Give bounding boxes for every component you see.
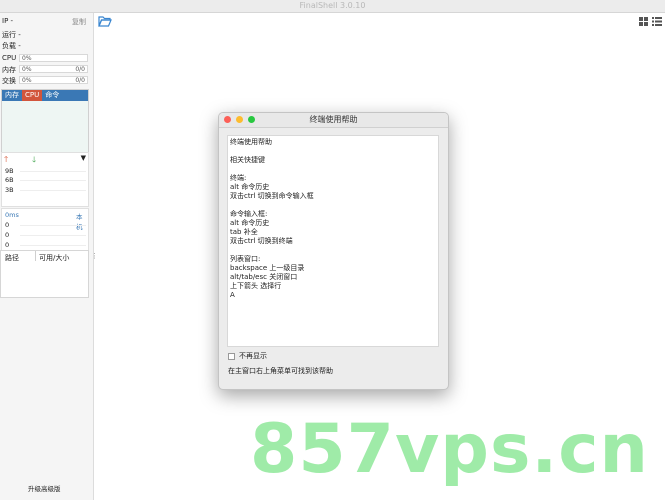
- memory-meter: 0% 0/0: [19, 65, 88, 73]
- help-text-area[interactable]: 终端使用帮助 相关快捷键 终端: alt 命令历史 双击ctrl 切换到命令输入框 命令输…: [227, 135, 439, 347]
- ping-tick-label: 0: [5, 231, 10, 239]
- download-arrow-icon: 🡓: [32, 155, 37, 164]
- help-text-line: [230, 147, 436, 156]
- process-panel: 内存 CPU 命令: [1, 89, 89, 156]
- cpu-meter-label: CPU: [2, 54, 17, 62]
- net-grid-line: [20, 180, 86, 181]
- uptime-label: 运行 -: [2, 31, 21, 39]
- copy-button[interactable]: 复制: [72, 17, 86, 27]
- column-available-header[interactable]: 可用/大小: [39, 253, 69, 263]
- help-text-line: [230, 201, 436, 210]
- memory-meter-percent: 0%: [22, 66, 32, 73]
- tab-memory[interactable]: 内存: [2, 90, 22, 101]
- column-path-header[interactable]: 路径: [5, 253, 19, 263]
- net-tick-label: 9B: [5, 167, 14, 175]
- tab-cpu[interactable]: CPU: [22, 90, 43, 101]
- find-help-hint: 在主窗口右上角菜单可找到该帮助: [228, 367, 333, 375]
- ping-grid-line: [20, 225, 86, 226]
- cpu-meter: 0%: [19, 54, 88, 62]
- ping-latency: 0ms: [5, 211, 19, 219]
- load-label: 负载 -: [2, 42, 21, 50]
- ping-panel: 0ms 本机 0 0 0: [1, 208, 89, 251]
- close-window-button[interactable]: [224, 116, 231, 123]
- ping-tick-label: 0: [5, 241, 10, 249]
- ping-grid-line: [20, 245, 86, 246]
- folder-open-icon[interactable]: [98, 16, 112, 29]
- help-text-line: 命令输入框:: [230, 210, 268, 218]
- help-text-line: alt 命令历史: [230, 183, 270, 191]
- help-text-line: 双击ctrl 切换到终端: [230, 237, 293, 245]
- process-tabs: 内存 CPU 命令: [2, 90, 88, 101]
- column-divider: [35, 251, 36, 261]
- checkbox-box[interactable]: [228, 352, 235, 360]
- swap-meter-label: 交换: [2, 77, 16, 85]
- help-text-line: alt 命令历史: [230, 219, 270, 227]
- memory-meter-value: 0/0: [75, 66, 85, 73]
- ping-host-selector[interactable]: 本机: [76, 211, 88, 231]
- net-grid-line: [20, 171, 86, 172]
- minimize-window-button[interactable]: [236, 116, 243, 123]
- help-text-line: 上下箭头 选择行: [230, 282, 282, 290]
- help-text-line: 终端使用帮助: [230, 138, 272, 146]
- help-text-line: [230, 246, 436, 255]
- window-title: FinalShell 3.0.10: [299, 1, 366, 10]
- help-text-line: 相关快捷键: [230, 156, 265, 164]
- network-interface-dropdown-icon[interactable]: ▼: [81, 154, 86, 162]
- help-text-line: A: [230, 291, 235, 299]
- watermark-text: 857vps.cn: [250, 410, 649, 489]
- cpu-meter-percent: 0%: [22, 55, 32, 62]
- help-text-line: backspace 上一级目录: [230, 264, 305, 272]
- dialog-titlebar: 终端使用帮助: [219, 113, 448, 128]
- help-text-line: [230, 165, 436, 174]
- net-tick-label: 3B: [5, 186, 14, 194]
- list-view-icon[interactable]: [652, 17, 662, 28]
- tab-command[interactable]: 命令: [42, 90, 62, 101]
- swap-meter-value: 0/0: [75, 77, 85, 84]
- dont-show-again-checkbox[interactable]: 不再显示: [228, 351, 267, 361]
- sidebar: IP - 复制 运行 - 负载 - CPU 0% 内存 0% 0/0 交换 0%…: [0, 13, 98, 500]
- ping-grid-line: [20, 235, 86, 236]
- net-tick-label: 6B: [5, 176, 14, 184]
- help-dialog: 终端使用帮助 终端使用帮助 相关快捷键 终端: alt 命令历史 双击ctrl 切换到命…: [218, 112, 449, 390]
- help-text-line: tab 补全: [230, 228, 258, 236]
- help-text-line: 列表窗口:: [230, 255, 261, 263]
- grid-view-icon[interactable]: [639, 17, 649, 28]
- dont-show-again-label: 不再显示: [239, 352, 267, 360]
- swap-meter: 0% 0/0: [19, 76, 88, 84]
- swap-meter-percent: 0%: [22, 77, 32, 84]
- window-titlebar: FinalShell 3.0.10: [0, 0, 665, 13]
- help-text-line: 双击ctrl 切换到命令输入框: [230, 192, 314, 200]
- help-text-line: 终端:: [230, 174, 247, 182]
- upgrade-button[interactable]: 升级高级版: [28, 483, 61, 493]
- column-menu-icon[interactable]: ⋮: [91, 252, 98, 260]
- net-grid-line: [20, 190, 86, 191]
- upload-arrow-icon: 🡑: [4, 155, 9, 164]
- ping-tick-label: 0: [5, 221, 10, 229]
- dialog-title: 终端使用帮助: [309, 115, 358, 124]
- ip-label: IP -: [2, 17, 14, 25]
- help-text-line: alt/tab/esc 关闭窗口: [230, 273, 298, 281]
- zoom-window-button[interactable]: [248, 116, 255, 123]
- filesystem-panel: 路径 可用/大小 ⋮: [0, 250, 98, 298]
- network-panel: 🡑 🡓 ▼ 9B 6B 3B: [1, 152, 89, 207]
- memory-meter-label: 内存: [2, 66, 16, 74]
